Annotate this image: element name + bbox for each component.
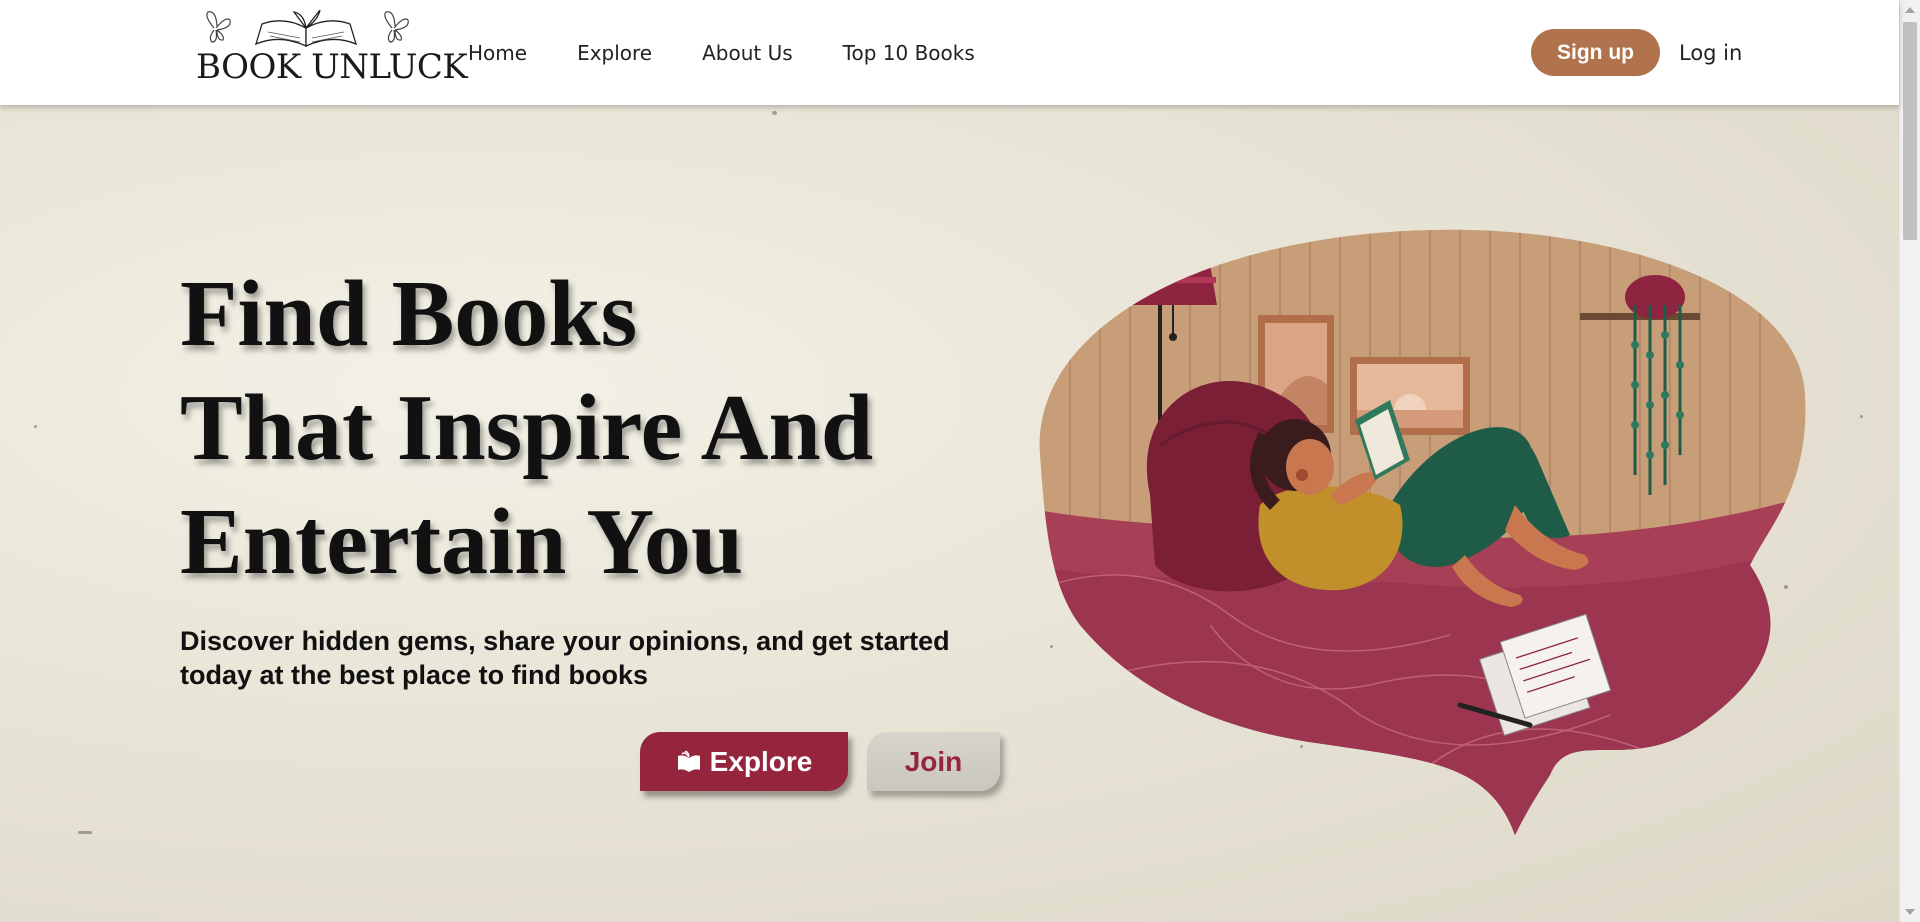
nav-top-10-books-link[interactable]: Top 10 Books	[843, 41, 975, 65]
hero-headline: Find Books That Inspire And Entertain Yo…	[180, 257, 873, 599]
hero-section: Find Books That Inspire And Entertain Yo…	[0, 105, 1899, 922]
logo-text: BOOK UNLUCK	[196, 47, 468, 87]
hero-headline-line-3: Entertain You	[180, 490, 744, 594]
paper-texture-speck	[78, 831, 92, 834]
nav-about-us-link[interactable]: About Us	[702, 41, 793, 65]
paper-texture-speck	[772, 111, 777, 115]
hero-subtext: Discover hidden gems, share your opinion…	[180, 626, 950, 690]
hero-join-button[interactable]: Join	[867, 732, 1000, 791]
scroll-up-arrow-icon[interactable]	[1905, 7, 1915, 13]
nav-explore-link[interactable]: Explore	[577, 41, 652, 65]
hero-headline-line-2: That Inspire And	[180, 376, 874, 480]
hero-explore-button[interactable]: Explore	[640, 732, 848, 791]
hero-explore-label: Explore	[709, 745, 813, 777]
page-scrollbar[interactable]	[1899, 0, 1920, 922]
top-navbar: BOOK UNLUCK Home Explore About Us Top 10…	[0, 0, 1899, 105]
paper-texture-speck	[1860, 415, 1863, 418]
sign-up-button[interactable]: Sign up	[1531, 29, 1660, 76]
paper-texture-speck	[34, 425, 37, 428]
scroll-down-arrow-icon[interactable]	[1905, 909, 1915, 915]
log-in-link[interactable]: Log in	[1679, 29, 1742, 76]
primary-nav: Home Explore About Us Top 10 Books	[468, 0, 1025, 105]
logo-open-book-butterflies-icon	[206, 10, 409, 48]
brand-logo[interactable]: BOOK UNLUCK	[196, 10, 468, 87]
nav-home-link[interactable]: Home	[468, 41, 527, 65]
open-book-icon	[676, 750, 702, 774]
woman-reading-illustration	[1039, 229, 1806, 835]
hero-headline-line-1: Find Books	[180, 262, 638, 366]
scrollbar-thumb[interactable]	[1903, 22, 1917, 240]
